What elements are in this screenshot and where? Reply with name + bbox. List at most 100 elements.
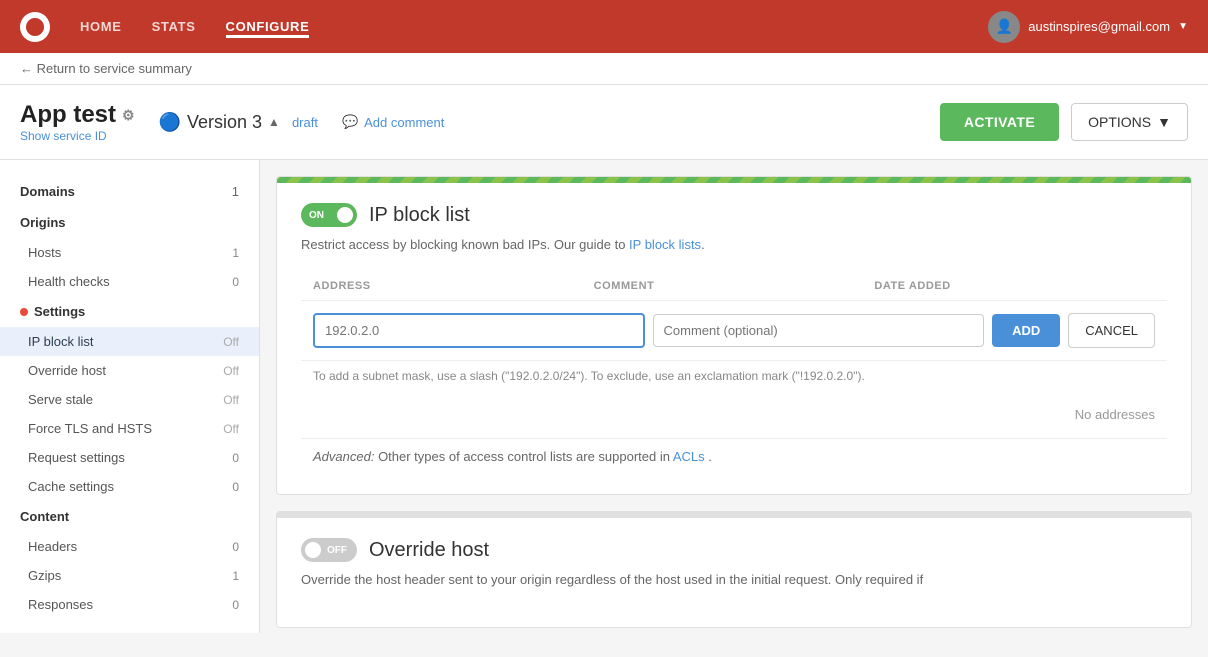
show-service-id[interactable]: Show service ID [20,129,135,143]
acls-link[interactable]: ACLs [673,449,705,464]
health-checks-label: Health checks [28,274,110,289]
toggle-off-label: OFF [327,545,347,556]
version-label: Version 3 [187,112,262,133]
no-addresses-label: No addresses [301,391,1167,438]
comment-input[interactable] [653,314,985,347]
address-input[interactable] [313,313,645,348]
health-checks-count: 0 [232,275,239,289]
sidebar: Domains 1 Origins Hosts 1 Health checks … [0,160,260,633]
ip-block-list-label: IP block list [28,334,94,349]
sidebar-item-serve-stale[interactable]: Serve stale Off [0,385,259,414]
advanced-label: Advanced: [313,449,374,464]
version-status[interactable]: draft [292,115,318,130]
content-label: Content [20,509,69,524]
advanced-text: Other types of access control lists are … [378,449,673,464]
settings-label: Settings [34,304,85,319]
top-nav: HOME STATS CONFIGURE 👤 austinspires@gmai… [0,0,1208,53]
sidebar-content-header: Content [0,501,259,532]
service-title: App test ⚙ [20,101,135,129]
override-host-toggle[interactable]: OFF [301,538,357,562]
nav-right: 👤 austinspires@gmail.com ▼ [988,11,1188,43]
sidebar-item-override-host[interactable]: Override host Off [0,356,259,385]
chevron-down-icon[interactable]: ▼ [1178,21,1188,32]
hint-text: To add a subnet mask, use a slash ("192.… [301,361,1167,391]
headers-count: 0 [232,540,239,554]
cancel-button[interactable]: CANCEL [1068,313,1155,348]
domains-count: 1 [232,184,239,199]
sidebar-item-health-checks[interactable]: Health checks 0 [0,267,259,296]
serve-stale-label: Serve stale [28,392,93,407]
nav-left: HOME STATS CONFIGURE [20,12,309,42]
block-lists-link[interactable]: IP block lists [629,237,701,252]
domains-label: Domains [20,184,75,199]
request-settings-count: 0 [232,451,239,465]
sidebar-item-ip-block-list[interactable]: IP block list Off [0,327,259,356]
options-button[interactable]: OPTIONS ▼ [1071,103,1188,141]
description-text: Restrict access by blocking known bad IP… [301,237,629,252]
logo-inner [26,18,44,36]
toggle-knob [337,207,353,223]
gzips-label: Gzips [28,568,61,583]
override-host-label: Override host [28,363,106,378]
sidebar-item-gzips[interactable]: Gzips 1 [0,561,259,590]
options-label: OPTIONS [1088,114,1151,130]
card-description: Restrict access by blocking known bad IP… [301,237,1167,252]
nav-stats[interactable]: STATS [152,15,196,38]
sidebar-item-hosts[interactable]: Hosts 1 [0,238,259,267]
user-email: austinspires@gmail.com [1028,19,1170,34]
breadcrumb[interactable]: ← Return to service summary [0,53,1208,85]
sidebar-origins-header: Origins [0,207,259,238]
add-comment-button[interactable]: 💬 Add comment [342,114,444,130]
version-sync-icon: 🔵 [159,112,181,133]
service-title-block: App test ⚙ Show service ID [20,101,135,143]
cache-settings-count: 0 [232,480,239,494]
nav-configure[interactable]: CONFIGURE [226,15,310,38]
responses-count: 0 [232,598,239,612]
version-arrow-icon[interactable]: ▲ [268,115,280,129]
settings-dot-icon [20,308,28,316]
service-header-left: App test ⚙ Show service ID 🔵 Version 3 ▲… [20,101,444,143]
ip-block-list-badge: Off [223,335,239,349]
ip-block-list-toggle[interactable]: ON [301,203,357,227]
gear-icon[interactable]: ⚙ [122,107,135,124]
avatar: 👤 [988,11,1020,43]
card-body: ON IP block list Restrict access by bloc… [277,183,1191,494]
card-header-row: ON IP block list [301,203,1167,227]
col-date: DATE ADDED [874,280,1155,292]
origins-label: Origins [20,215,66,230]
advanced-row: Advanced: Other types of access control … [301,438,1167,474]
sidebar-item-request-settings[interactable]: Request settings 0 [0,443,259,472]
ip-block-list-title: IP block list [369,204,470,227]
sidebar-item-cache-settings[interactable]: Cache settings 0 [0,472,259,501]
content-area: ON IP block list Restrict access by bloc… [260,160,1208,633]
sidebar-item-force-tls[interactable]: Force TLS and HSTS Off [0,414,259,443]
service-header-right: ACTIVATE OPTIONS ▼ [940,103,1188,141]
override-host-title: Override host [369,539,489,562]
sidebar-settings-header: Settings [0,296,259,327]
table-header: ADDRESS COMMENT DATE ADDED [301,272,1167,301]
version-block: 🔵 Version 3 ▲ draft [159,112,318,133]
col-comment: COMMENT [594,280,875,292]
override-host-body: OFF Override host Override the host head… [277,518,1191,627]
sidebar-item-responses[interactable]: Responses 0 [0,590,259,619]
nav-home[interactable]: HOME [80,15,122,38]
toggle-knob [305,542,321,558]
service-header: App test ⚙ Show service ID 🔵 Version 3 ▲… [0,85,1208,160]
comment-icon: 💬 [342,114,358,130]
override-host-header-row: OFF Override host [301,538,1167,562]
add-button[interactable]: ADD [992,314,1060,347]
sidebar-item-headers[interactable]: Headers 0 [0,532,259,561]
serve-stale-badge: Off [223,393,239,407]
override-host-card: OFF Override host Override the host head… [276,511,1192,628]
responses-label: Responses [28,597,93,612]
hosts-label: Hosts [28,245,61,260]
logo[interactable] [20,12,50,42]
activate-button[interactable]: ACTIVATE [940,103,1059,141]
request-settings-label: Request settings [28,450,125,465]
description-suffix: . [701,237,705,252]
toggle-on-label: ON [309,210,324,221]
service-name-label: App test [20,101,116,129]
override-host-description: Override the host header sent to your or… [301,572,1167,587]
hosts-count: 1 [232,246,239,260]
cache-settings-label: Cache settings [28,479,114,494]
